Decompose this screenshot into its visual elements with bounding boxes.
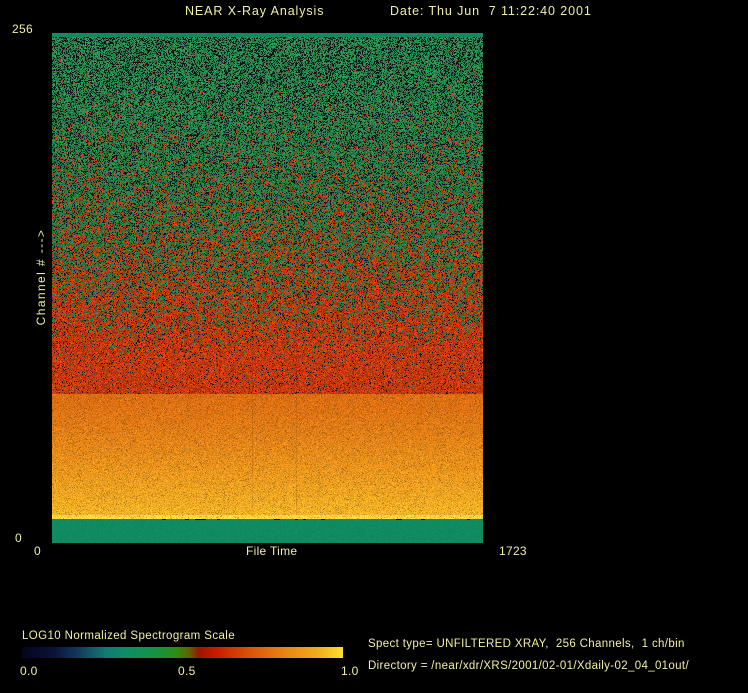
page-title: NEAR X-Ray Analysis bbox=[185, 4, 325, 18]
colorbar-title: LOG10 Normalized Spectrogram Scale bbox=[22, 630, 236, 642]
directory-label: Directory = /near/xdr/XRS/2001/02-01/Xda… bbox=[368, 660, 690, 672]
x-axis-title: File Time bbox=[246, 544, 298, 558]
x-axis-max-label: 1723 bbox=[499, 544, 527, 558]
spectrogram-canvas bbox=[52, 33, 483, 543]
colorbar-tick-mid: 0.5 bbox=[178, 664, 196, 678]
spect-type-label: Spect type= UNFILTERED XRAY, 256 Channel… bbox=[368, 638, 685, 650]
colorbar-tick-max: 1.0 bbox=[341, 664, 359, 678]
colorbar-tick-min: 0.0 bbox=[20, 664, 38, 678]
y-axis-max-label: 256 bbox=[12, 22, 33, 36]
date-label: Date: Thu Jun 7 11:22:40 2001 bbox=[390, 4, 592, 18]
x-axis-min-label: 0 bbox=[34, 544, 41, 558]
y-axis-min-label: 0 bbox=[15, 531, 22, 545]
y-axis-title: Channel # ---> bbox=[34, 228, 48, 326]
colorbar-gradient bbox=[22, 647, 343, 658]
near-xray-analysis-window: NEAR X-Ray Analysis Date: Thu Jun 7 11:2… bbox=[0, 0, 748, 693]
